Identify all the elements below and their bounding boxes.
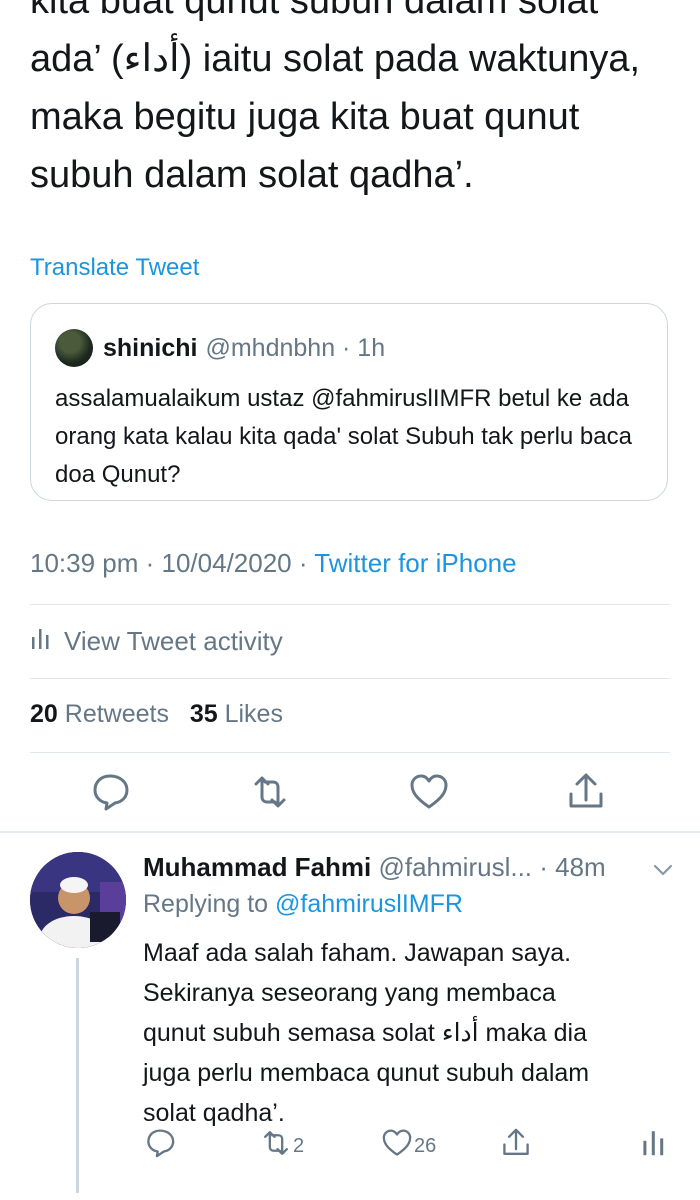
reply-avatar[interactable] bbox=[30, 852, 126, 948]
quoted-tweet-card[interactable]: shinichi @mhdnbhn · 1h assalamualaikum u… bbox=[30, 303, 668, 501]
reply-line: qunut subuh semasa solat أداء maka dia bbox=[143, 1019, 587, 1047]
like-icon[interactable] bbox=[407, 770, 451, 814]
reply-text: Maaf ada salah faham. Jawapan saya. Seki… bbox=[143, 933, 673, 1133]
divider bbox=[30, 752, 670, 753]
quoted-display-name[interactable]: shinichi bbox=[103, 334, 197, 363]
likes-count: 35 bbox=[189, 700, 218, 728]
reply-share-button[interactable] bbox=[499, 1126, 533, 1166]
reply-handle-time: @fahmirusl... · 48m bbox=[371, 852, 606, 882]
divider bbox=[30, 678, 670, 679]
reply-line: juga perlu membaca qunut subuh dalam bbox=[143, 1059, 590, 1087]
reply-icon bbox=[143, 1126, 177, 1166]
retweets-stat[interactable]: 20 Retweets bbox=[30, 700, 169, 728]
reply-line: Maaf ada salah faham. Jawapan saya. bbox=[143, 939, 572, 967]
tweet-line: ada’ (أداء) iaitu solat pada waktunya, bbox=[30, 38, 641, 80]
tweet-stats: 20 Retweets 35 Likes bbox=[30, 700, 283, 729]
retweets-count: 20 bbox=[30, 700, 58, 728]
tweet-actions-bar bbox=[0, 770, 700, 818]
share-icon[interactable] bbox=[564, 770, 608, 814]
thread-line bbox=[76, 958, 79, 1193]
likes-stat[interactable]: 35 Likes bbox=[190, 700, 283, 728]
translate-tweet-link[interactable]: Translate Tweet bbox=[30, 254, 199, 282]
retweet-icon[interactable] bbox=[248, 770, 292, 814]
reply-reply-button[interactable] bbox=[143, 1126, 177, 1166]
analytics-icon bbox=[30, 625, 50, 658]
tweet-line: kita buat qunut subuh dalam solat bbox=[30, 0, 599, 22]
reply-icon[interactable] bbox=[88, 770, 132, 814]
retweets-label: Retweets bbox=[57, 700, 169, 728]
likes-label: Likes bbox=[217, 700, 283, 728]
reply-retweet-button[interactable]: 2 bbox=[259, 1126, 304, 1166]
retweet-icon bbox=[259, 1126, 293, 1166]
replying-mention-link[interactable]: @fahmiruslIMFR bbox=[275, 890, 463, 918]
reply-actions-bar: 2 26 bbox=[143, 1126, 683, 1166]
tweet-body: kita buat qunut subuh dalam solat ada’ (… bbox=[30, 0, 670, 204]
quoted-handle-time: @mhdnbhn · 1h bbox=[205, 333, 386, 362]
quoted-tweet-header: shinichi @mhdnbhn · 1h bbox=[55, 328, 385, 368]
view-tweet-activity-label: View Tweet activity bbox=[64, 626, 283, 656]
like-icon bbox=[380, 1126, 414, 1166]
quoted-avatar[interactable] bbox=[55, 329, 93, 367]
reply-like-count: 26 bbox=[414, 1134, 437, 1157]
analytics-icon bbox=[641, 1126, 665, 1164]
tweet-line: maka begitu juga kita buat qunut bbox=[30, 96, 580, 138]
chevron-down-icon[interactable] bbox=[652, 862, 674, 883]
reply-like-button[interactable]: 26 bbox=[380, 1126, 436, 1166]
replying-prefix: Replying to bbox=[143, 890, 276, 918]
replying-to: Replying to @fahmiruslIMFR bbox=[143, 890, 463, 919]
tweet-timestamp: 10:39 pm · 10/04/2020 · bbox=[30, 548, 315, 578]
reply-retweet-count: 2 bbox=[293, 1134, 305, 1157]
tweet-meta: 10:39 pm · 10/04/2020 · Twitter for iPho… bbox=[30, 548, 517, 579]
view-tweet-activity-button[interactable]: View Tweet activity bbox=[30, 625, 283, 658]
reply-header: Muhammad Fahmi @fahmirusl... · 48m bbox=[143, 852, 606, 883]
reply-line: Sekiranya seseorang yang membaca bbox=[143, 979, 556, 1007]
quoted-tweet-text: assalamualaikum ustaz @fahmiruslIMFR bet… bbox=[55, 385, 632, 488]
share-icon bbox=[499, 1126, 533, 1166]
thread-separator bbox=[0, 831, 700, 833]
reply-analytics-button[interactable] bbox=[641, 1126, 665, 1164]
tweet-line: subuh dalam solat qadha’. bbox=[30, 154, 474, 196]
tweet-source-link[interactable]: Twitter for iPhone bbox=[314, 548, 516, 578]
divider bbox=[30, 604, 670, 605]
reply-display-name[interactable]: Muhammad Fahmi bbox=[143, 852, 371, 882]
